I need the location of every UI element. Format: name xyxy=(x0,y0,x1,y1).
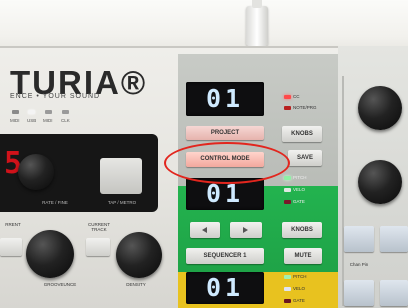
pitch-led-label: PITCH xyxy=(293,175,307,180)
panel-divider xyxy=(342,76,344,306)
chan-pin-label: Chan Pin xyxy=(349,262,369,267)
clk-led xyxy=(62,110,69,114)
sequencer-2-display-value: 01 xyxy=(205,273,245,302)
velo-led xyxy=(284,188,291,192)
indicator-label-midi-2: MIDI xyxy=(43,118,53,123)
knobs-button-top[interactable]: KNOBS xyxy=(282,126,322,142)
current-track-label-left: RRENT xyxy=(5,222,21,227)
save-button[interactable]: SAVE xyxy=(288,150,322,166)
mute-button[interactable]: MUTE xyxy=(284,248,322,264)
pad-button-4[interactable] xyxy=(380,280,408,306)
pad-button-1[interactable] xyxy=(344,226,374,252)
note-prg-led xyxy=(284,106,291,110)
usb-cable xyxy=(246,0,268,46)
indicator-label-clk: CLK xyxy=(61,118,70,123)
sequencer-2-display: 01 xyxy=(186,272,264,304)
density-knob[interactable] xyxy=(116,232,162,278)
encoder-knob-2[interactable] xyxy=(358,160,402,204)
rate-fine-label: RATE / FINE xyxy=(42,200,68,205)
velo-led-label: VELO xyxy=(293,187,306,192)
pitch-led xyxy=(284,176,291,180)
gate-led xyxy=(284,200,291,204)
cc-led xyxy=(284,95,291,99)
indicator-label-usb: USB xyxy=(27,118,37,123)
velo-led-2-label: VELO xyxy=(293,286,306,291)
wall-background xyxy=(0,0,408,52)
note-prg-led-label: NOTE/PRG xyxy=(293,105,317,110)
pitch-led-2-label: PITCH xyxy=(293,274,307,279)
knobs-button[interactable]: KNOBS xyxy=(282,222,322,238)
sequencer-1-button[interactable]: SEQUENCER 1 xyxy=(186,248,264,264)
groove-label: GROOVEUNCE xyxy=(43,282,77,287)
pad-button-3[interactable] xyxy=(344,280,374,306)
velo-led-2 xyxy=(284,287,291,291)
pad-button-2[interactable] xyxy=(380,226,408,252)
next-button[interactable] xyxy=(230,222,262,238)
current-track-button[interactable] xyxy=(86,238,110,256)
usb-led xyxy=(28,110,35,114)
encoder-knob-1[interactable] xyxy=(358,86,402,130)
current-track-label: CURRENT TRACK xyxy=(88,222,110,232)
midi-in-led xyxy=(12,110,19,114)
control-mode-highlight xyxy=(164,142,290,184)
project-button[interactable]: PROJECT xyxy=(186,126,264,140)
project-display-value: 01 xyxy=(205,84,245,113)
indicator-label-midi: MIDI xyxy=(10,118,20,123)
gate-led-label: GATE xyxy=(293,199,305,204)
cc-led-label: CC xyxy=(293,94,300,99)
arrow-right-icon xyxy=(243,227,248,233)
tap-metro-label: TAP / METRO xyxy=(107,200,137,205)
tap-metro-button[interactable] xyxy=(100,158,142,194)
current-track-button-left[interactable] xyxy=(0,238,22,256)
gate-led-2-label: GATE xyxy=(293,298,305,303)
groove-knob[interactable] xyxy=(26,230,74,278)
brand-tagline: ENCE • YOUR SOUND xyxy=(10,93,101,100)
arrow-left-icon xyxy=(202,227,207,233)
midi-out-led xyxy=(45,110,52,114)
gate-led-2 xyxy=(284,299,291,303)
project-display: 01 xyxy=(186,82,264,116)
rate-fine-knob[interactable] xyxy=(18,154,54,190)
previous-button[interactable] xyxy=(190,222,220,238)
pitch-led-2 xyxy=(284,275,291,279)
photo-scene: TURIA® ENCE • YOUR SOUND MIDI USB MIDI C… xyxy=(0,0,408,308)
density-label: DENSITY xyxy=(126,282,146,287)
